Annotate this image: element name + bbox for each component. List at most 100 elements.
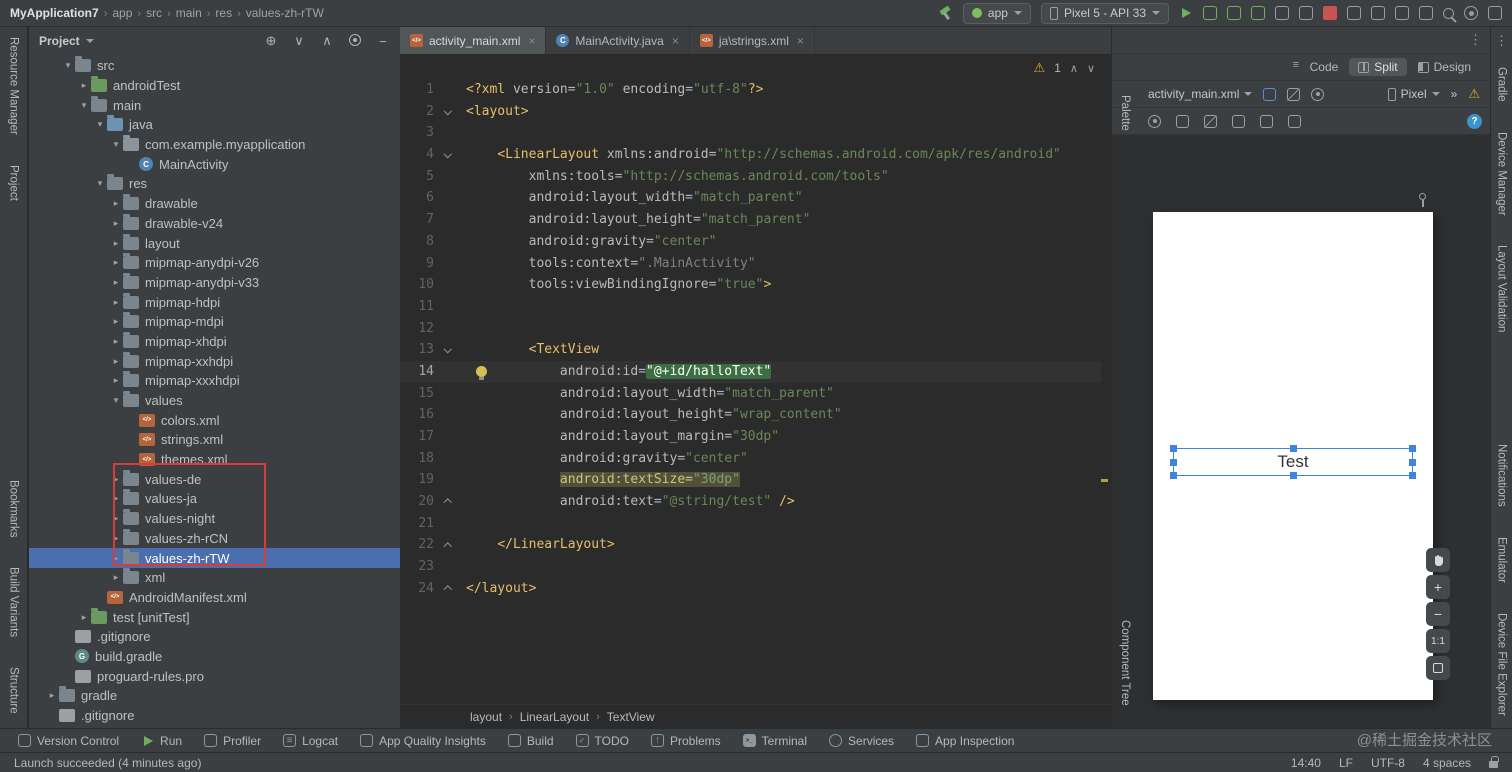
fold-marker-icon[interactable] [438,101,458,123]
tree-item-res[interactable]: ▾ res [29,174,400,194]
tree-item-build-gradle[interactable]: Gbuild.gradle [29,647,400,667]
tree-item-mipmap-mdpi[interactable]: ▸ mipmap-mdpi [29,312,400,332]
tree-item-drawable-v24[interactable]: ▸ drawable-v24 [29,213,400,234]
locate-icon[interactable]: ⊕ [264,33,278,49]
code-line-24[interactable]: 24 </layout> [400,578,1101,600]
tree-chevron-icon[interactable]: ▸ [109,493,123,504]
tree-item-androidmanifest-xml[interactable]: </> AndroidManifest.xml [29,588,400,608]
tree-chevron-icon[interactable]: ▸ [109,297,123,308]
resize-handle[interactable] [1170,445,1177,452]
tab-close-icon[interactable]: × [528,34,535,48]
tool-button-device-file-explorer[interactable]: Device File Explorer [1496,613,1508,716]
code-line-4[interactable]: 4 <LinearLayout xmlns:android="http://sc… [400,144,1101,166]
editor-tab-activity-main-xml[interactable]: </> activity_main.xml × [400,27,547,54]
fold-marker-icon[interactable] [438,144,458,166]
mode-button-design[interactable]: Design [1409,58,1480,76]
orientation-icon[interactable] [1176,114,1189,128]
resize-handle[interactable] [1409,458,1416,466]
toolwindow-button-todo[interactable]: TODO [575,734,629,748]
toolwindow-button-app-quality-insights[interactable]: App Quality Insights [360,734,486,748]
editor-breadcrumb-layout[interactable]: layout [470,710,502,724]
editor-tab-mainactivity-java[interactable]: C MainActivity.java × [546,27,690,54]
toolwindow-button-problems[interactable]: Problems [650,734,721,748]
inspection-widget[interactable]: ⚠ 1 ∧ ∨ [1034,60,1095,76]
tree-chevron-icon[interactable]: ▸ [109,356,123,367]
code-line-6[interactable]: 6 android:layout_width="match_parent" [400,187,1101,209]
code-line-20[interactable]: 20 android:text="@string/test" /> [400,491,1101,513]
code-line-11[interactable]: 11 [400,296,1101,318]
zoom-ratio-button[interactable]: 1:1 [1426,629,1450,653]
design-canvas[interactable]: Test + − 1:1 [1138,135,1490,728]
attach-debugger-icon[interactable] [1299,6,1313,20]
apply-code-changes-icon[interactable] [1227,6,1241,20]
more-options-icon[interactable]: ⋮ [1469,32,1482,48]
zoom-out-button[interactable]: − [1426,602,1450,626]
project-name[interactable]: MyApplication7 [10,6,99,20]
fold-marker-icon[interactable] [438,578,458,600]
code-line-3[interactable]: 3 [400,122,1101,144]
code-line-18[interactable]: 18 android:gravity="center" [400,448,1101,470]
hide-panel-icon[interactable]: − [376,34,390,49]
toolwindow-button-profiler[interactable]: Profiler [204,734,261,748]
tree-chevron-icon[interactable]: ▸ [109,257,123,268]
scrollbar-warning-mark[interactable] [1101,479,1108,482]
prev-issue-icon[interactable]: ∧ [1070,62,1078,75]
tree-chevron-icon[interactable]: ▸ [109,375,123,386]
code-line-22[interactable]: 22 </LinearLayout> [400,534,1101,556]
editor-breadcrumb-textview[interactable]: TextView [607,710,655,724]
code-line-10[interactable]: 10 tools:viewBindingIgnore="true"> [400,274,1101,296]
mode-button-code[interactable]: Code [1284,58,1348,76]
tree-chevron-icon[interactable]: ▾ [93,119,107,130]
tree-item-mipmap-anydpi-v26[interactable]: ▸ mipmap-anydpi-v26 [29,253,400,273]
tree-item-values-de[interactable]: ▸ values-de [29,469,400,489]
code-line-21[interactable]: 21 [400,513,1101,535]
selected-textview[interactable]: Test [1170,445,1416,479]
toolwindow-button-build[interactable]: Build [507,734,554,748]
tree-chevron-icon[interactable]: ▾ [109,395,123,406]
tool-button-resource-manager[interactable]: Resource Manager [8,37,20,135]
tree-chevron-icon[interactable]: ▸ [45,690,59,701]
tree-item-gitignore[interactable]: .gitignore [29,627,400,647]
toolwindow-button-version-control[interactable]: Version Control [18,734,119,748]
expand-all-icon[interactable]: ∨ [292,33,306,49]
more-chevrons[interactable]: » [1451,87,1458,101]
run-config-selector[interactable]: app [962,2,1031,24]
code-line-16[interactable]: 16 android:layout_height="wrap_content" [400,404,1101,426]
tab-close-icon[interactable]: × [797,34,804,48]
build-hammer-icon[interactable] [938,6,953,21]
magnet-icon[interactable] [1204,114,1217,128]
resize-handle[interactable] [1409,472,1416,479]
resize-handle[interactable] [1170,472,1177,479]
tree-chevron-icon[interactable]: ▸ [109,553,123,564]
tree-item-main[interactable]: ▾ main [29,95,400,115]
zoom-fit-button[interactable] [1426,656,1450,680]
tool-button-structure[interactable]: Structure [8,667,20,714]
resize-handle[interactable] [1409,445,1416,452]
strip-options-icon[interactable]: ⋮ [1495,33,1508,49]
tree-item-values[interactable]: ▾ values [29,391,400,411]
toolwindow-button-app-inspection[interactable]: App Inspection [916,734,1014,748]
line-separator-indicator[interactable]: LF [1339,756,1353,770]
code-editor[interactable]: 1 <?xml version="1.0" encoding="utf-8"?> 2… [400,55,1111,704]
palette-tab[interactable]: Palette [1119,95,1131,131]
tree-chevron-icon[interactable]: ▾ [93,178,107,189]
tool-button-device-manager[interactable]: Device Manager [1496,132,1508,216]
tool-button-layout-validation[interactable]: Layout Validation [1496,245,1508,332]
fold-marker-icon[interactable] [438,491,458,513]
layout-warning-icon[interactable]: ⚠ [1468,86,1480,102]
view-options-icon[interactable] [1148,114,1161,128]
sdk-manager-icon[interactable] [1419,6,1433,20]
code-line-23[interactable]: 23 [400,556,1101,578]
tree-item-values-zh-rcn[interactable]: ▸ values-zh-rCN [29,528,400,549]
tree-chevron-icon[interactable]: ▾ [61,60,75,71]
code-line-7[interactable]: 7 android:layout_height="match_parent" [400,209,1101,231]
tree-item-mainactivity[interactable]: C MainActivity [29,154,400,174]
mode-button-split[interactable]: Split [1349,58,1407,76]
resize-handle[interactable] [1289,445,1297,452]
profiler-icon[interactable] [1275,6,1289,20]
preview-device-screen[interactable]: Test [1153,212,1433,700]
tree-item-values-ja[interactable]: ▸ values-ja [29,489,400,509]
editor-breadcrumb-linearlayout[interactable]: LinearLayout [520,710,589,724]
toolwindow-button-run[interactable]: Run [141,734,182,748]
code-line-17[interactable]: 17 android:layout_margin="30dp" [400,426,1101,448]
